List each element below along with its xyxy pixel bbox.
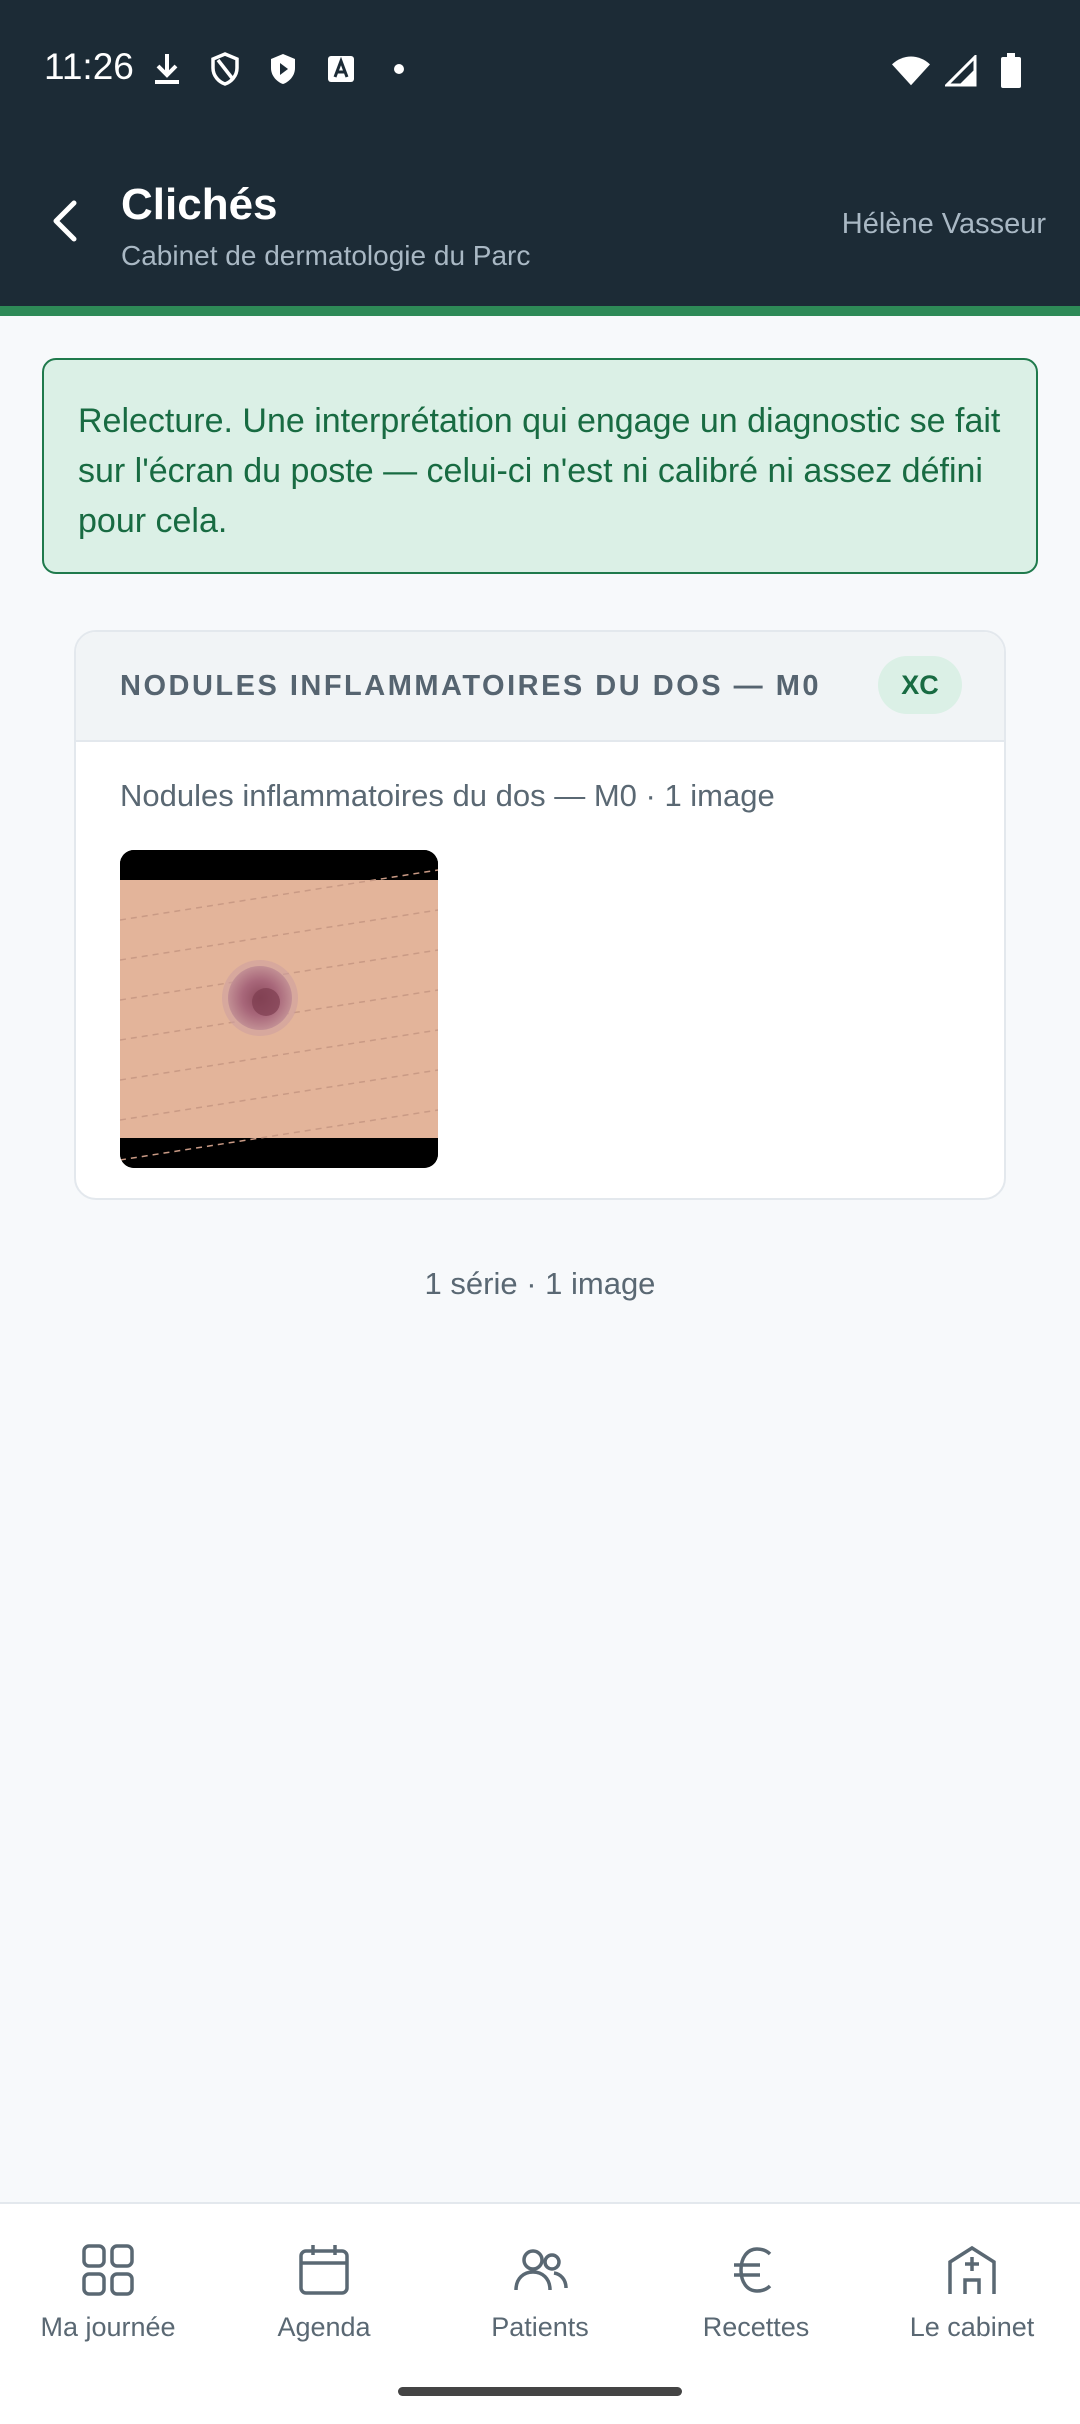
- image-thumbnail[interactable]: [120, 850, 438, 1168]
- nav-label: Ma journée: [40, 2312, 176, 2342]
- text-a-icon: [322, 50, 360, 88]
- app-bar: Clichés Cabinet de dermatologie du Parc …: [0, 160, 1080, 290]
- series-title: NODULES INFLAMMATOIRES DU DOS — M0: [120, 670, 821, 702]
- signal-icon: [942, 52, 980, 90]
- calendar-icon: [294, 2240, 354, 2300]
- skin-lesion-image: [120, 850, 438, 1168]
- download-icon: [148, 50, 186, 88]
- nav-label: Agenda: [277, 2312, 371, 2342]
- nav-label: Patients: [491, 2312, 589, 2342]
- euro-icon: [726, 2240, 786, 2300]
- status-time: 11:26: [44, 46, 134, 87]
- status-icons-right: [892, 52, 1030, 90]
- dot-icon: [380, 50, 418, 88]
- page-title: Clichés: [121, 180, 278, 229]
- shield-play-icon: [264, 50, 302, 88]
- status-icons-left: [148, 50, 418, 88]
- chevron-left-icon: [50, 199, 80, 248]
- battery-icon: [992, 52, 1030, 90]
- back-button[interactable]: [40, 198, 90, 248]
- nav-label: Le cabinet: [909, 2312, 1035, 2342]
- user-name[interactable]: Hélène Vasseur: [842, 208, 1046, 241]
- nav-item-ma-journee[interactable]: Ma journée: [0, 2240, 216, 2343]
- series-description: Nodules inflammatoires du dos — M0 · 1 i…: [120, 778, 775, 813]
- nav-label: Recettes: [702, 2312, 810, 2342]
- series-card: NODULES INFLAMMATOIRES DU DOS — M0 XC No…: [74, 630, 1006, 1200]
- nav-item-recettes[interactable]: Recettes: [648, 2240, 864, 2343]
- series-summary: 1 série · 1 image: [424, 1266, 656, 1301]
- grid-icon: [78, 2240, 138, 2300]
- review-notice: Relecture. Une interprétation qui engage…: [42, 358, 1038, 574]
- nav-item-agenda[interactable]: Agenda: [216, 2240, 432, 2343]
- home-indicator[interactable]: [398, 2387, 682, 2396]
- nav-item-patients[interactable]: Patients: [432, 2240, 648, 2343]
- users-icon: [510, 2240, 570, 2300]
- wifi-icon: [892, 52, 930, 90]
- notice-text: Relecture. Une interprétation qui engage…: [78, 402, 1001, 540]
- app-header: 11:26 Clichés Cabinet de dermatologie du…: [0, 0, 1080, 306]
- modality-badge: XC: [878, 656, 962, 714]
- accent-divider: [0, 306, 1080, 316]
- building-icon: [942, 2240, 1002, 2300]
- shield-outline-icon: [206, 50, 244, 88]
- nav-item-le-cabinet[interactable]: Le cabinet: [864, 2240, 1080, 2343]
- series-header: NODULES INFLAMMATOIRES DU DOS — M0 XC: [76, 632, 1004, 742]
- page-subtitle: Cabinet de dermatologie du Parc: [121, 240, 531, 271]
- status-bar: 11:26: [0, 0, 1080, 140]
